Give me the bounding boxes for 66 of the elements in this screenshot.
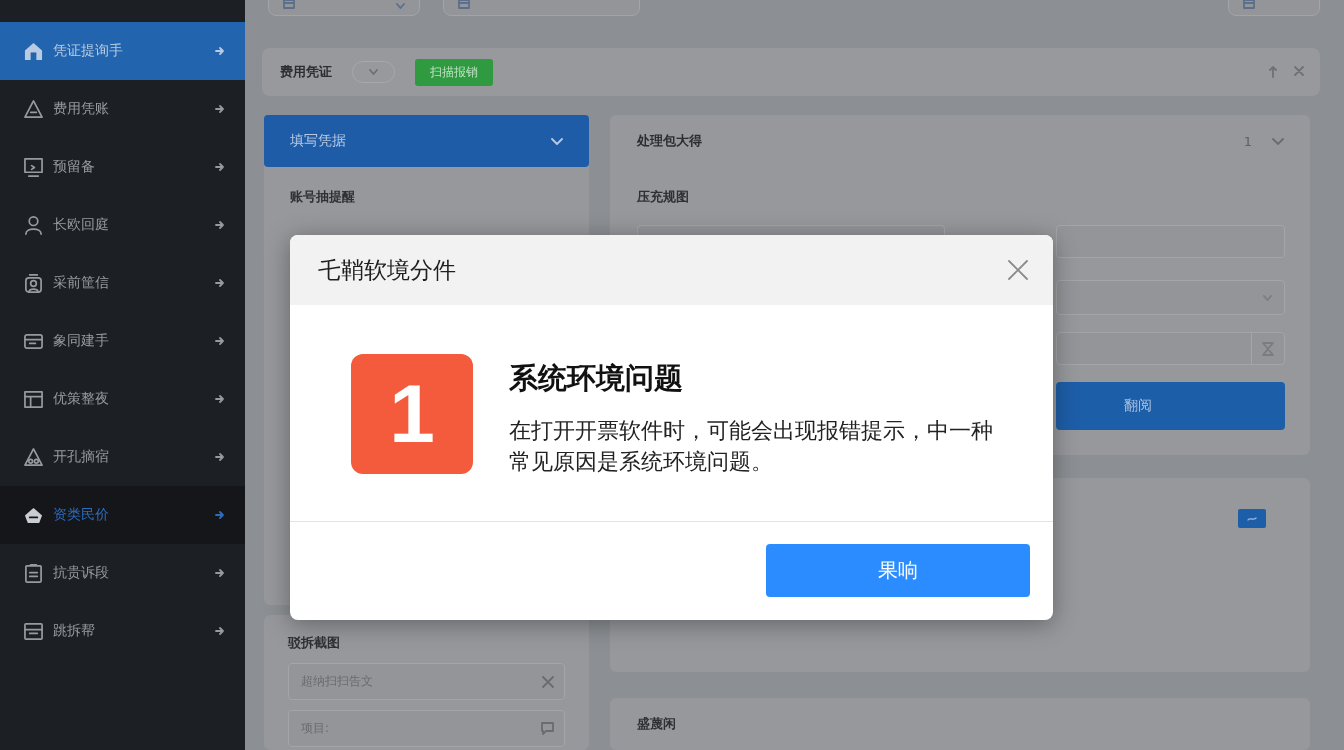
- close-icon: [542, 675, 554, 688]
- house-icon: [24, 41, 43, 61]
- sidebar-item[interactable]: 长欧回庭: [0, 196, 245, 254]
- person-icon: [24, 215, 43, 235]
- pentagon-icon: [24, 505, 43, 525]
- hourglass-icon: [1262, 341, 1274, 356]
- confirm-button[interactable]: 果响: [766, 544, 1030, 597]
- arrow-up-icon: [1268, 66, 1278, 78]
- field-label: 账号抽提醒: [290, 188, 356, 206]
- triangle-icon: [24, 447, 43, 467]
- caret-icon: [1263, 294, 1272, 301]
- input-field[interactable]: [1056, 332, 1285, 365]
- clipboard-icon: [24, 563, 43, 583]
- card-icon: [24, 331, 43, 351]
- arrow-icon: [215, 626, 225, 636]
- accordion-header[interactable]: 填写凭据: [264, 115, 589, 167]
- arrow-icon: [215, 104, 225, 114]
- primary-button[interactable]: 翻阅: [1056, 382, 1285, 430]
- arrow-icon: [215, 162, 225, 172]
- dialog-message: 在打开开票软件时，可能会出现报错提示，中一种常见原因是系统环境问题。: [509, 417, 994, 476]
- input-field[interactable]: [637, 225, 945, 235]
- sidebar-item[interactable]: 资类民价: [0, 486, 245, 544]
- arrow-icon: [215, 394, 225, 404]
- filter-label: 费用凭证: [280, 63, 332, 81]
- arrow-icon: [215, 336, 225, 346]
- window-icon: [458, 0, 470, 9]
- close-button[interactable]: [1005, 257, 1031, 283]
- window-icon: [283, 0, 295, 9]
- sidebar-item[interactable]: 跳拆帮: [0, 602, 245, 660]
- sidebar-item[interactable]: 采前筐信: [0, 254, 245, 312]
- window-icon: [24, 389, 43, 409]
- sidebar-item[interactable]: 开孔摘宿: [0, 428, 245, 486]
- caret-icon: [396, 3, 405, 9]
- comment-icon: [541, 722, 554, 735]
- select-field[interactable]: [1056, 280, 1285, 315]
- dialog-title: 乇鞘软境分件: [318, 255, 456, 285]
- field-label: 压充规图: [637, 188, 690, 206]
- triangle-icon: [24, 99, 43, 119]
- arrow-icon: [215, 510, 225, 520]
- sidebar-item[interactable]: 费用凭账: [0, 80, 245, 138]
- sidebar-item[interactable]: 预留备: [0, 138, 245, 196]
- close-icon: [1008, 260, 1028, 280]
- window-icon: [1243, 0, 1255, 9]
- arrow-icon: [215, 278, 225, 288]
- section-label: 驳拆截图: [288, 634, 341, 652]
- step-badge: 1: [351, 354, 473, 474]
- arrow-icon: [215, 452, 225, 462]
- arrow-icon: [215, 220, 225, 230]
- arrow-icon: [215, 46, 225, 56]
- chevron-down-icon: [1272, 137, 1284, 145]
- tray-icon: [24, 621, 43, 641]
- close-icon: [1294, 66, 1304, 76]
- badge-icon: [24, 273, 43, 293]
- arrow-icon: [215, 568, 225, 578]
- panel-title: 处理包大得: [637, 132, 703, 150]
- monitor-icon: [24, 157, 43, 177]
- section-title: 盛蔑闲: [637, 715, 677, 733]
- wave-icon: [1238, 509, 1266, 528]
- sidebar-item[interactable]: 象同建手: [0, 312, 245, 370]
- sidebar-item[interactable]: 抗贵诉段: [0, 544, 245, 602]
- sidebar-item[interactable]: 优策整夜: [0, 370, 245, 428]
- count-label: 1: [1243, 133, 1252, 149]
- sidebar-item[interactable]: 凭证提询手: [0, 22, 245, 80]
- caret-icon: [369, 69, 378, 75]
- input-field[interactable]: [1056, 225, 1285, 258]
- dialog-heading: 系统环境问题: [509, 360, 684, 396]
